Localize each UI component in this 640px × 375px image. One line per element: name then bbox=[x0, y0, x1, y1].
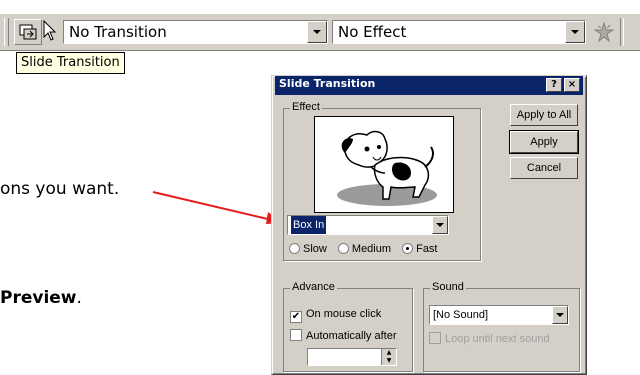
dialog-titlebar[interactable]: Slide Transition ? × bbox=[275, 76, 583, 95]
toolbar-separator bbox=[620, 18, 624, 46]
sound-group-label: Sound bbox=[430, 281, 466, 293]
spinner-arrows-icon[interactable]: ▲ ▼ bbox=[381, 349, 396, 365]
slide-transition-icon bbox=[19, 24, 37, 40]
mouse-pointer-icon bbox=[43, 20, 57, 41]
on-mouse-click-checkbox[interactable]: ✔ On mouse click bbox=[290, 308, 381, 323]
transition-preview[interactable] bbox=[314, 116, 454, 213]
instruction-text-1: ons you want. bbox=[0, 179, 119, 199]
speed-options: Slow Medium Fast bbox=[289, 243, 446, 255]
transition-dropdown[interactable]: No Transition bbox=[63, 20, 328, 44]
radio-icon bbox=[337, 243, 349, 254]
instruction-text-1-content: ons you want. bbox=[0, 179, 120, 199]
speed-fast-label: Fast bbox=[416, 243, 438, 255]
auto-advance-label: Automatically after bbox=[306, 330, 397, 342]
toolbar-grip[interactable] bbox=[4, 18, 9, 46]
instruction-text-2: Preview. bbox=[0, 288, 82, 308]
speed-slow-radio[interactable]: Slow bbox=[289, 243, 327, 255]
red-arrow-annotation bbox=[152, 191, 283, 224]
slide-transition-dialog: Slide Transition ? × Effect Box In Slow … bbox=[271, 75, 587, 375]
sound-select-value: [No Sound] bbox=[433, 309, 489, 321]
loop-sound-checkbox: Loop until next sound bbox=[429, 332, 550, 345]
effect-dropdown[interactable]: No Effect bbox=[332, 20, 586, 44]
speed-medium-label: Medium bbox=[351, 243, 392, 255]
close-button[interactable]: × bbox=[564, 78, 580, 92]
speed-fast-radio[interactable]: Fast bbox=[402, 243, 438, 255]
checkbox-icon bbox=[290, 329, 302, 341]
effect-group-label: Effect bbox=[290, 101, 322, 113]
chevron-down-icon[interactable] bbox=[432, 216, 448, 234]
apply-button[interactable]: Apply bbox=[509, 130, 579, 154]
dialog-title: Slide Transition bbox=[279, 77, 376, 90]
preview-word: Preview bbox=[0, 288, 77, 308]
radio-selected-icon bbox=[402, 243, 414, 254]
radio-icon bbox=[289, 243, 300, 254]
cancel-button[interactable]: Cancel bbox=[510, 157, 578, 179]
chevron-down-icon[interactable] bbox=[565, 21, 585, 43]
advance-group-label: Advance bbox=[290, 281, 337, 293]
custom-animation-icon bbox=[594, 22, 614, 42]
auto-advance-seconds-input[interactable]: ▲ ▼ bbox=[307, 348, 397, 366]
chevron-down-icon[interactable] bbox=[307, 21, 327, 43]
speed-medium-radio[interactable]: Medium bbox=[337, 243, 392, 255]
sound-select[interactable]: [No Sound] bbox=[429, 305, 569, 325]
apply-to-all-button[interactable]: Apply to All bbox=[510, 104, 578, 126]
sound-group: Sound bbox=[423, 281, 580, 372]
effect-dropdown-value: No Effect bbox=[338, 23, 407, 41]
slide-transition-button[interactable] bbox=[14, 19, 42, 45]
checkmark-icon: ✔ bbox=[290, 311, 302, 323]
help-button[interactable]: ? bbox=[546, 78, 562, 92]
transition-dropdown-value: No Transition bbox=[69, 23, 167, 41]
chevron-down-icon[interactable] bbox=[552, 306, 568, 324]
checkbox-icon bbox=[429, 332, 441, 344]
custom-animation-button[interactable] bbox=[593, 21, 615, 43]
slide-transition-tooltip: Slide Transition bbox=[16, 52, 125, 74]
instruction-text-2-end: . bbox=[76, 288, 82, 308]
speed-slow-label: Slow bbox=[303, 243, 327, 255]
effect-select[interactable]: Box In bbox=[287, 215, 449, 235]
loop-sound-label: Loop until next sound bbox=[445, 333, 550, 345]
transition-toolbar: No Transition No Effect bbox=[0, 13, 640, 51]
on-mouse-click-label: On mouse click bbox=[306, 308, 382, 320]
dog-preview-image bbox=[337, 130, 437, 206]
effect-select-value: Box In bbox=[291, 216, 327, 234]
auto-advance-checkbox[interactable]: Automatically after bbox=[290, 329, 396, 342]
